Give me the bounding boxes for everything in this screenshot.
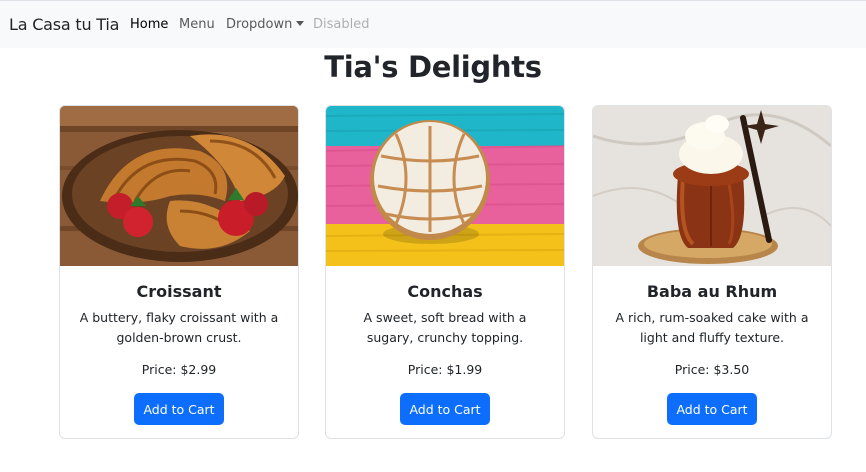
nav-link-menu[interactable]: Menu <box>179 17 215 32</box>
baba-au-rhum-image <box>593 106 831 266</box>
product-card-conchas: Conchas A sweet, soft bread with a sugar… <box>325 105 565 439</box>
add-to-cart-button[interactable]: Add to Cart <box>667 393 757 425</box>
navbar-brand[interactable]: La Casa tu Tia <box>9 15 119 34</box>
product-title: Croissant <box>136 282 222 301</box>
product-card-baba-au-rhum: Baba au Rhum A rich, rum-soaked cake wit… <box>592 105 832 439</box>
conchas-image <box>326 106 564 266</box>
navbar: La Casa tu Tia Home Menu Dropdown Disabl… <box>0 0 866 48</box>
nav-dropdown-label: Dropdown <box>226 17 293 32</box>
product-title: Conchas <box>407 282 483 301</box>
nav-link-disabled: Disabled <box>313 17 370 32</box>
page-title: Tia's Delights <box>324 50 542 84</box>
product-price: Price: $3.50 <box>674 362 750 377</box>
add-to-cart-button[interactable]: Add to Cart <box>134 393 224 425</box>
product-description: A sweet, soft bread with a sugary, crunc… <box>363 310 527 345</box>
product-description: A rich, rum-soaked cake with a light and… <box>615 310 809 345</box>
croissant-image <box>60 106 298 266</box>
add-to-cart-button[interactable]: Add to Cart <box>400 393 490 425</box>
product-price: Price: $2.99 <box>141 362 217 377</box>
nav-dropdown-toggle[interactable]: Dropdown <box>226 17 305 32</box>
product-card-croissant: Croissant A buttery, flaky croissant wit… <box>59 105 299 439</box>
product-price: Price: $1.99 <box>407 362 483 377</box>
nav-link-home[interactable]: Home <box>130 17 168 32</box>
product-description: A buttery, flaky croissant with a golden… <box>79 310 279 345</box>
caret-down-icon <box>296 21 305 26</box>
product-title: Baba au Rhum <box>646 282 778 301</box>
